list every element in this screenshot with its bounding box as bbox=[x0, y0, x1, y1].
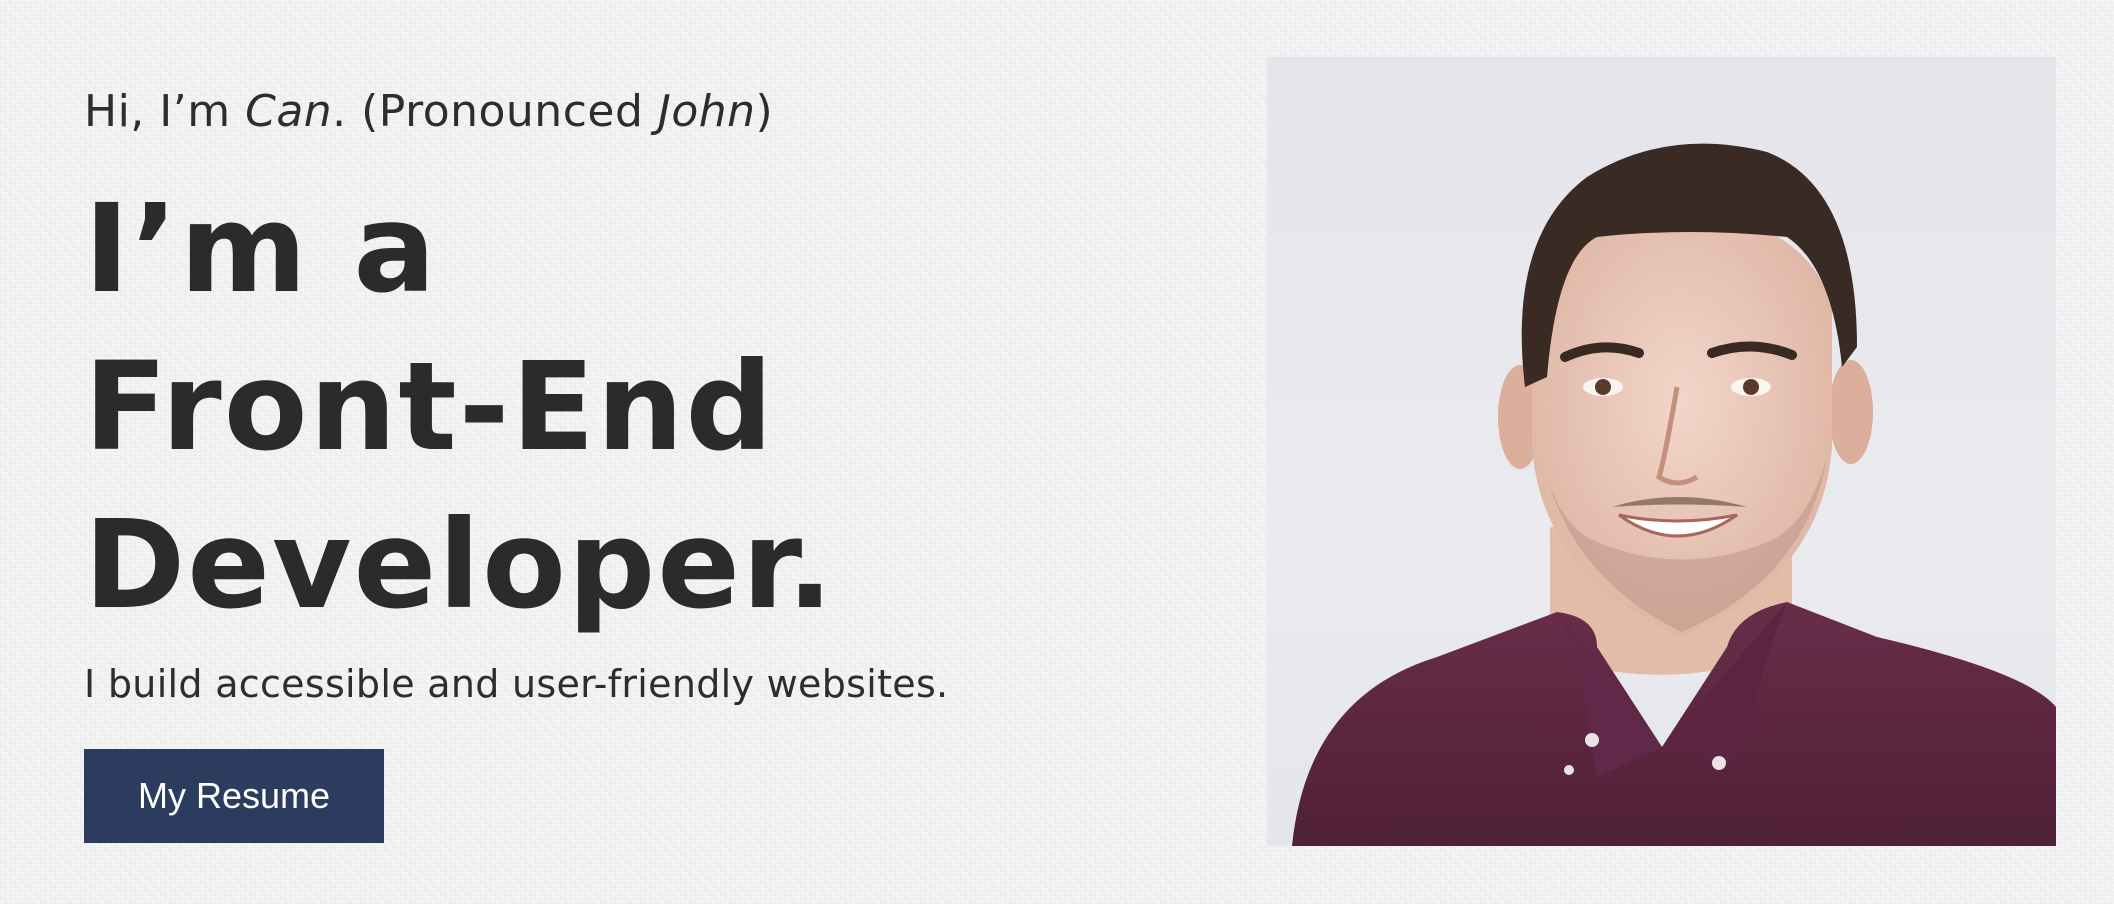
portrait-illustration bbox=[1292, 143, 2056, 846]
greeting-name: Can bbox=[245, 86, 333, 137]
greeting-prefix: Hi, I’m bbox=[84, 86, 246, 137]
greeting-middle: . (Pronounced bbox=[332, 86, 658, 137]
resume-button[interactable]: My Resume bbox=[84, 749, 384, 843]
hero-intro: Hi, I’m Can. (Pronounced John) bbox=[84, 70, 1184, 154]
headline: I’m a Front-End Developer. bbox=[84, 170, 835, 644]
profile-photo bbox=[1267, 57, 2056, 846]
headline-line-3: Developer. bbox=[84, 494, 836, 636]
tagline: I build accessible and user-friendly web… bbox=[84, 662, 949, 706]
greeting: Hi, I’m Can. (Pronounced John) bbox=[84, 70, 1184, 154]
greeting-suffix: ) bbox=[755, 86, 774, 137]
headline-line-2: Front-End bbox=[84, 336, 775, 478]
headline-line-1: I’m a bbox=[84, 178, 438, 320]
greeting-pronounced: John bbox=[657, 86, 756, 137]
